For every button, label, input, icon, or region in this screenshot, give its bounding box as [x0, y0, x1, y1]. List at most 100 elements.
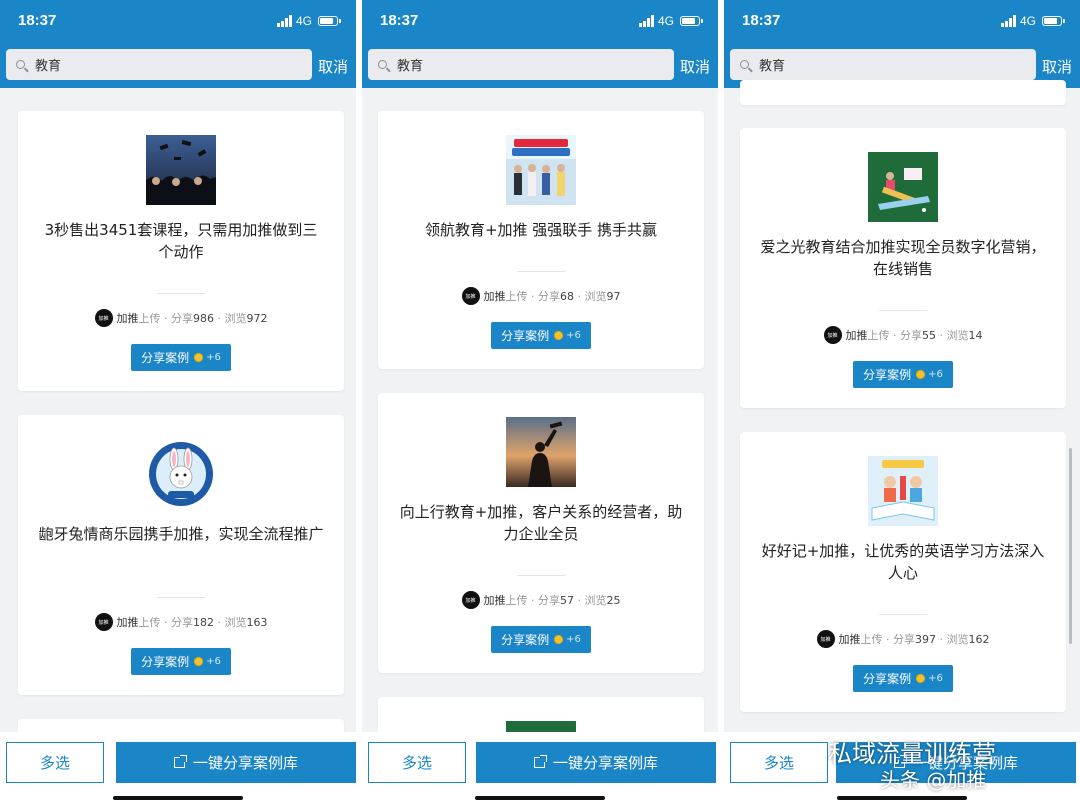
share-count-label: 分享 — [900, 329, 922, 342]
view-count-label: 浏览 — [224, 312, 247, 325]
search-icon — [16, 60, 25, 69]
search-query: 教育 — [35, 59, 62, 74]
case-meta: 加推 加推 上传 · 分享 57 · 浏览 25 — [378, 591, 704, 609]
share-count: 57 — [560, 593, 574, 607]
share-library-button[interactable]: 一键分享案例库 — [116, 742, 356, 783]
case-meta: 加推 加推 上传 · 分享 397 · 浏览 162 — [740, 630, 1066, 648]
share-library-label: 一键分享案例库 — [192, 754, 298, 772]
case-meta: 加推 加推 上传 · 分享 55 · 浏览 14 — [740, 326, 1066, 344]
top-bar: 18:37 4G 教育 取消 — [724, 0, 1080, 88]
view-count: 25 — [606, 593, 621, 607]
search-icon — [740, 60, 749, 69]
top-bar: 18:37 4G 教育 取消 — [362, 0, 718, 88]
reward-points: +6 — [928, 369, 943, 380]
top-bar: 18:37 4G 教育 取消 — [0, 0, 356, 88]
case-card[interactable]: 3秒售出3451套课程，只需用加推做到三个动作 加推 加推 上传 · 分享 98… — [18, 111, 344, 391]
view-count: 972 — [246, 311, 268, 325]
view-count-label: 浏览 — [946, 329, 969, 342]
home-indicator — [837, 796, 967, 800]
multi-select-button[interactable]: 多选 — [368, 742, 466, 783]
signal-icon — [1000, 15, 1016, 27]
cancel-button[interactable]: 取消 — [1042, 56, 1072, 77]
upload-label: 上传 — [867, 329, 890, 342]
home-indicator — [113, 796, 243, 800]
case-card[interactable]: 领航教育+加推 强强联手 携手共赢 加推 加推 上传 · 分享 68 · 浏览 … — [378, 111, 704, 369]
share-case-label: 分享案例 — [863, 368, 912, 382]
watermark-author: 头条 @加推 — [880, 768, 987, 792]
search-query: 教育 — [397, 59, 424, 74]
bottom-action-bar: 多选 一键分享案例库 — [362, 732, 718, 808]
case-title: 好好记+加推，让优秀的英语学习方法深入人心 — [761, 542, 1045, 582]
case-thumbnail — [868, 456, 938, 526]
view-count: 162 — [968, 632, 990, 646]
share-count-label: 分享 — [538, 594, 560, 607]
home-indicator — [475, 796, 605, 800]
uploader-avatar: 加推 — [816, 630, 835, 648]
case-card[interactable]: 龅牙兔情商乐园携手加推，实现全流程推广 加推 加推 上传 · 分享 182 · … — [18, 415, 344, 695]
upload-label: 上传 — [138, 312, 161, 325]
share-count: 55 — [922, 328, 936, 342]
case-card[interactable]: 爱之光教育结合加推实现全员数字化营销，在线销售 加推 加推 上传 · 分享 55… — [740, 128, 1066, 408]
upload-label: 上传 — [505, 594, 528, 607]
share-case-button[interactable]: 分享案例 +6 — [131, 344, 231, 371]
share-count: 68 — [560, 289, 574, 303]
share-case-label: 分享案例 — [141, 351, 190, 365]
status-time: 18:37 — [18, 12, 57, 29]
search-input[interactable]: 教育 — [730, 49, 1036, 80]
battery-icon — [318, 16, 341, 26]
case-title: 领航教育+加推 强强联手 携手共赢 — [424, 221, 658, 239]
view-count: 97 — [606, 289, 621, 303]
signal-icon — [638, 15, 654, 27]
status-indicators: 4G — [638, 14, 703, 28]
search-input[interactable]: 教育 — [6, 49, 312, 80]
share-case-button[interactable]: 分享案例 +6 — [853, 361, 953, 388]
case-title: 龅牙兔情商乐园携手加推，实现全流程推广 — [38, 525, 324, 543]
cancel-button[interactable]: 取消 — [318, 56, 348, 77]
bottom-action-bar: 多选 一键分享案例库 — [0, 732, 356, 808]
case-thumbnail — [868, 152, 938, 222]
coin-icon — [554, 635, 564, 644]
view-count-label: 浏览 — [224, 616, 247, 629]
share-case-button[interactable]: 分享案例 +6 — [853, 665, 953, 692]
case-meta: 加推 加推 上传 · 分享 986 · 浏览 972 — [18, 309, 344, 327]
upload-label: 上传 — [505, 290, 528, 303]
network-label: 4G — [1019, 14, 1036, 28]
status-time: 18:37 — [742, 12, 781, 29]
reward-points: +6 — [928, 673, 943, 684]
share-count: 397 — [915, 632, 936, 646]
share-case-button[interactable]: 分享案例 +6 — [491, 626, 591, 653]
search-query: 教育 — [759, 59, 786, 74]
battery-icon — [1042, 16, 1065, 26]
status-indicators: 4G — [276, 14, 341, 28]
share-case-button[interactable]: 分享案例 +6 — [491, 322, 591, 349]
view-count: 14 — [968, 328, 983, 342]
network-label: 4G — [295, 14, 312, 28]
view-count-label: 浏览 — [946, 633, 969, 646]
case-card[interactable]: 向上行教育+加推，客户关系的经营者，助力企业全员 加推 加推 上传 · 分享 5… — [378, 393, 704, 673]
search-input[interactable]: 教育 — [368, 49, 674, 80]
multi-select-button[interactable]: 多选 — [730, 742, 828, 783]
multi-select-button[interactable]: 多选 — [6, 742, 104, 783]
case-meta: 加推 加推 上传 · 分享 182 · 浏览 163 — [18, 613, 344, 631]
uploader-avatar: 加推 — [94, 613, 113, 631]
divider — [879, 614, 927, 615]
network-label: 4G — [657, 14, 674, 28]
share-out-icon — [533, 755, 547, 768]
share-library-button[interactable]: 一键分享案例库 — [476, 742, 716, 783]
coin-icon — [194, 353, 204, 362]
uploader-avatar: 加推 — [461, 591, 480, 609]
case-thumbnail — [146, 135, 216, 205]
divider — [517, 575, 565, 576]
cancel-button[interactable]: 取消 — [680, 56, 710, 77]
uploader-name: 加推 — [838, 633, 861, 646]
scrollbar[interactable] — [1069, 448, 1072, 644]
case-card[interactable]: 好好记+加推，让优秀的英语学习方法深入人心 加推 加推 上传 · 分享 397 … — [740, 432, 1066, 712]
reward-points: +6 — [206, 352, 221, 363]
search-icon — [378, 60, 387, 69]
case-thumbnail — [146, 439, 216, 509]
share-case-button[interactable]: 分享案例 +6 — [131, 648, 231, 675]
coin-icon — [916, 674, 926, 683]
case-meta: 加推 加推 上传 · 分享 68 · 浏览 97 — [378, 287, 704, 305]
uploader-avatar: 加推 — [94, 309, 113, 327]
case-card-partial[interactable] — [740, 80, 1066, 105]
